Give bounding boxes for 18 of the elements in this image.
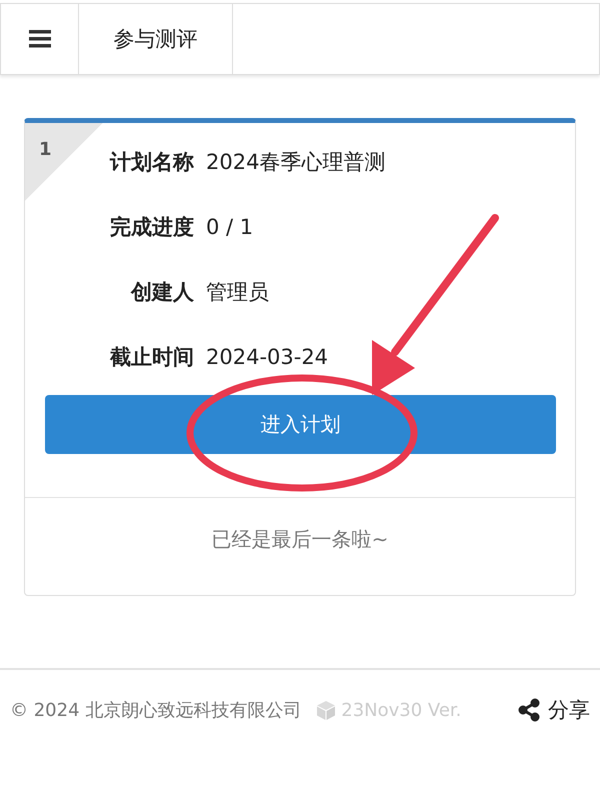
page-title: 参与测评	[79, 4, 233, 74]
share-icon	[518, 698, 540, 722]
field-label: 截止时间	[110, 344, 194, 370]
field-value: 管理员	[206, 278, 269, 306]
end-note: 已经是最后一条啦~	[210, 526, 390, 553]
field-value: 2024-03-24	[206, 344, 328, 368]
field-value: 0 / 1	[206, 214, 254, 238]
field-label: 完成进度	[110, 214, 194, 240]
field-value: 2024春季心理普测	[206, 148, 386, 176]
plan-number: 1	[39, 139, 52, 160]
field-label: 计划名称	[110, 148, 194, 176]
menu-icon	[28, 30, 50, 48]
enter-plan-button[interactable]: 进入计划	[45, 395, 556, 454]
cube-icon	[317, 700, 336, 720]
field-label: 创建人	[131, 278, 194, 306]
menu-button[interactable]	[1, 4, 79, 74]
share-button[interactable]: 分享	[518, 696, 590, 724]
copyright-text: © 2024 北京朗心致远科技有限公司	[10, 699, 302, 722]
